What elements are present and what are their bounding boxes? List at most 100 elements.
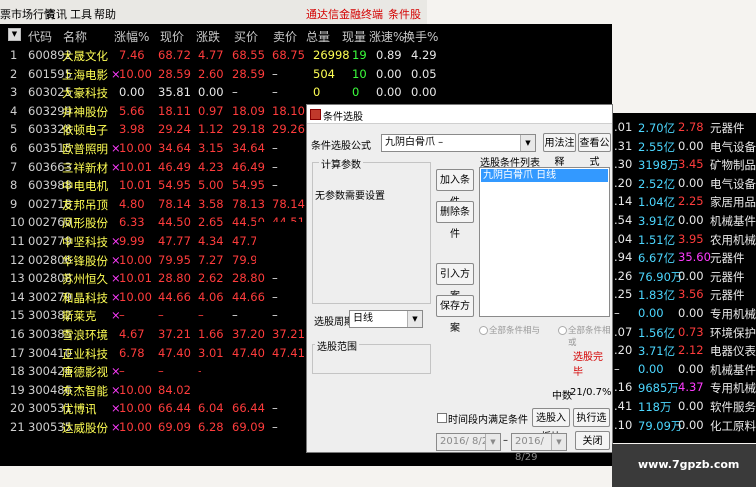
menu-news[interactable]: 资讯 [45, 6, 67, 22]
table-row[interactable]: – 0.00 0.00 机械基件 [612, 359, 756, 378]
radio-or-icon[interactable] [558, 326, 567, 335]
table-row[interactable]: 2 601595 上海电影 × 10.00 28.59 2.60 28.59–504 10 0.0… [0, 64, 612, 83]
header-dropdown-icon[interactable]: ▼ [8, 28, 21, 41]
menu-help[interactable]: 帮助 [94, 6, 116, 22]
speed-pct: 0.00 [376, 66, 402, 81]
header-ask[interactable]: 卖价 [273, 28, 297, 45]
partial-value: .41 [614, 399, 633, 413]
stock-name: 井神股份 [62, 104, 108, 119]
table-row[interactable]: .26 76.90万 0.00 元器件 [612, 266, 756, 285]
table-row[interactable]: 3 603025 大豪科技 0.00 35.81 0.00– –0 0 0.00 0.00 [0, 82, 612, 101]
date-to-field[interactable]: 2016/ 8/29 ▼ [511, 433, 567, 463]
header-price[interactable]: 现价 [160, 28, 184, 45]
price-change: 0.00 [198, 85, 224, 100]
terminal-link[interactable]: 通达信金融终端 [306, 6, 383, 22]
header-volume[interactable]: 总量 [306, 28, 330, 45]
current-price: 46.49 [158, 159, 191, 174]
current-price: – [158, 308, 164, 323]
current-price: – [158, 364, 164, 379]
table-header: ▼ 代码 名称 涨幅% 现价 涨跌 买价 卖价 总量 现量 涨速% 换手% [0, 24, 612, 44]
right-columns: .01 2.70亿 2.78 元器件 .31 2.55亿 0.00 电气设备 .30 3198万 3… [612, 113, 756, 443]
dialog-title: 条件选股 [323, 112, 363, 123]
condition-link[interactable]: 条件股 [388, 6, 421, 22]
ask-price: – [272, 289, 278, 304]
header-name[interactable]: 名称 [63, 28, 87, 45]
view-formula-button[interactable]: 查看公式 [578, 133, 611, 168]
current-price: 69.09 [158, 420, 191, 434]
change-pct: 4.67 [119, 327, 145, 341]
row-index: 3 [10, 85, 18, 100]
load-plan-button[interactable]: 引入方案 [436, 263, 474, 302]
table-row[interactable]: .20 2.52亿 0.00 电气设备 [612, 173, 756, 192]
save-plan-button[interactable]: 保存方案 [436, 295, 474, 334]
ratio: 3.56 [678, 287, 704, 302]
change-pct: 9.99 [119, 234, 145, 248]
partial-value: .01 [614, 120, 633, 134]
condition-list-item[interactable]: 九阴白骨爪 日线 [481, 169, 608, 182]
condition-list[interactable]: 九阴白骨爪 日线 [479, 167, 610, 317]
close-button[interactable]: 关闭 [575, 431, 610, 450]
change-pct: 5.66 [119, 103, 145, 118]
table-row[interactable]: .16 9685万 4.37 专用机械 [612, 377, 756, 396]
table-row[interactable]: .41 118万 0.00 软件服务 [612, 396, 756, 415]
delete-condition-button[interactable]: 删除条件 [436, 201, 474, 240]
partial-value: – [614, 361, 620, 376]
change-pct: – [119, 308, 125, 323]
price-change: 4.06 [198, 289, 224, 304]
row-index: 6 [10, 141, 18, 155]
current-volume: 19 [352, 48, 367, 62]
table-row[interactable]: .10 79.09万 0.00 化工原料 [612, 415, 756, 434]
table-row[interactable]: .54 3.91亿 0.00 机械基件 [612, 210, 756, 229]
row-index: 7 [10, 159, 18, 174]
time-checkbox[interactable] [437, 413, 447, 423]
table-row[interactable]: .25 1.83亿 3.56 元器件 [612, 284, 756, 303]
row-index: 17 [10, 345, 25, 360]
header-turnover[interactable]: 换手% [403, 28, 438, 45]
table-row[interactable]: .14 1.04亿 2.25 家居用品 [612, 191, 756, 210]
current-volume: 0 [352, 85, 360, 100]
header-speed[interactable]: 涨速% [369, 28, 404, 45]
time-check-label: 时间段内满足条件 [448, 415, 528, 426]
header-bid[interactable]: 买价 [234, 28, 258, 45]
table-row[interactable]: .20 3.71亿 2.12 电器仪表 [612, 340, 756, 359]
total-volume: 504 [313, 66, 335, 81]
usage-button[interactable]: 用法注释 [543, 133, 576, 168]
radio-and-icon[interactable] [479, 326, 488, 335]
run-select-button[interactable]: 执行选股 [573, 408, 610, 443]
table-row[interactable]: – 0.00 0.00 专用机械 [612, 303, 756, 322]
header-code[interactable]: 代码 [28, 28, 52, 45]
turnover-pct: 4.29 [411, 48, 437, 62]
table-row[interactable]: .31 2.55亿 0.00 电气设备 [612, 136, 756, 155]
row-index: 9 [10, 196, 18, 211]
stock-name: 中坚科技 [62, 235, 108, 249]
bid-price: 69.09 [232, 420, 265, 434]
stock-name: 上海电影 [62, 67, 108, 82]
table-row[interactable]: .04 1.51亿 3.95 农用机械 [612, 229, 756, 248]
table-row[interactable]: .07 1.56亿 0.73 环境保护 [612, 322, 756, 341]
price-change: 4.23 [198, 159, 224, 174]
header-change-pct[interactable]: 涨幅% [114, 28, 149, 45]
change-pct: – [119, 364, 125, 379]
menu-tools[interactable]: 工具 [70, 6, 92, 22]
current-price: 29.24 [158, 122, 191, 137]
formula-select[interactable]: 九阴白骨爪 – ▼ [381, 134, 536, 152]
bid-price: 46.49 [232, 159, 265, 174]
table-row[interactable]: 1 600892 大晟文化 7.46 68.72 4.77 68.55 68.75 26998 1… [0, 45, 612, 64]
select-to-block-button[interactable]: 选股入板块 [532, 408, 570, 443]
period-select[interactable]: 日线 ▼ [349, 310, 423, 328]
dialog-titlebar[interactable]: 条件选股 [307, 105, 612, 124]
date-from-field[interactable]: 2016/ 8/22 ▼ [436, 433, 501, 451]
header-diff[interactable]: 涨跌 [196, 28, 220, 45]
header-current-vol[interactable]: 现量 [342, 28, 366, 45]
turnover-pct: 0.00 [411, 85, 437, 100]
stock-name: 友邦吊顶 [62, 197, 108, 212]
add-condition-button[interactable]: 加入条件 [436, 169, 474, 208]
ratio: 2.12 [678, 343, 704, 358]
partial-value: .14 [614, 194, 633, 209]
table-row[interactable]: .94 6.67亿 35.60 元器件 [612, 247, 756, 266]
price-change: 6.04 [198, 401, 224, 416]
industry: 机械基件 [710, 362, 756, 377]
table-row[interactable]: .30 3198万 3.45 矿物制品 [612, 154, 756, 173]
table-row[interactable]: .01 2.70亿 2.78 元器件 [612, 117, 756, 136]
amount: 6.67亿 [638, 251, 676, 266]
